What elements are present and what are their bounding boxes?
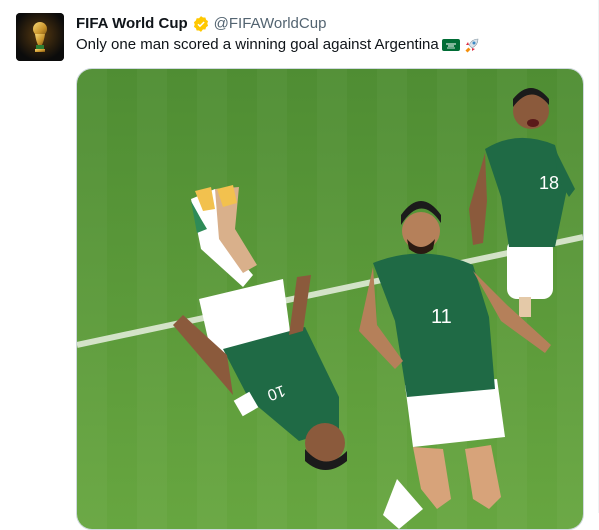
tweet-text: Only one man scored a winning goal again…: [76, 35, 481, 55]
trophy-icon: [16, 13, 64, 61]
player-number-11: 11: [431, 306, 452, 328]
rocket-icon: [465, 38, 479, 53]
player-number-18: 18: [539, 173, 559, 193]
author-handle[interactable]: @FIFAWorldCup: [214, 14, 327, 34]
saudi-arabia-flag-icon: [441, 39, 460, 51]
celebration-photo: 18 11 10: [77, 69, 583, 529]
author-avatar[interactable]: [16, 13, 64, 61]
tweet-card[interactable]: FIFA World Cup @FIFAWorldCup Only one ma…: [0, 0, 599, 530]
tweet-header: FIFA World Cup @FIFAWorldCup: [76, 14, 326, 34]
author-name[interactable]: FIFA World Cup: [76, 14, 188, 34]
tweet-text-body: Only one man scored a winning goal again…: [76, 36, 439, 53]
tweet-photo[interactable]: 18 11 10: [76, 68, 584, 530]
verified-badge-icon: [193, 16, 208, 32]
